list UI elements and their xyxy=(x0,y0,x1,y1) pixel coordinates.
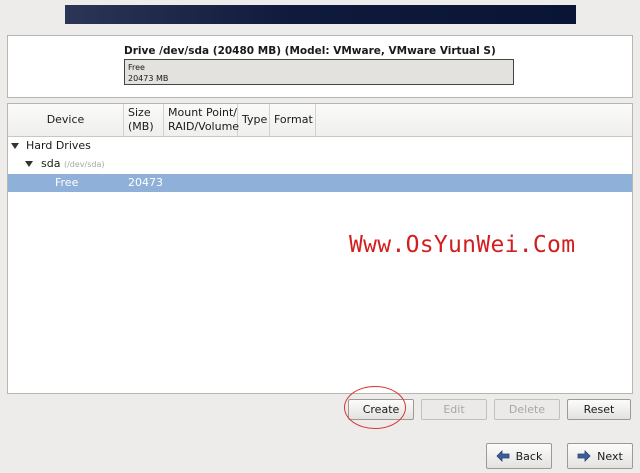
tree-row-sda[interactable]: sda (/dev/sda) xyxy=(8,155,632,173)
column-header: Device Size (MB) Mount Point/ RAID/Volum… xyxy=(8,104,632,137)
tree-row-hard-drives[interactable]: Hard Drives xyxy=(8,137,632,155)
disk-label: sda xyxy=(41,157,61,170)
free-device: Free xyxy=(55,176,79,189)
next-label: Next xyxy=(597,449,623,463)
drive-bar-label: Free xyxy=(128,63,145,72)
column-format[interactable]: Format xyxy=(270,104,316,136)
edit-button[interactable]: Edit xyxy=(421,399,487,420)
drive-panel: Drive /dev/sda (20480 MB) (Model: VMware… xyxy=(7,35,633,98)
expander-triangle-down-icon[interactable] xyxy=(25,161,33,167)
free-size: 20473 xyxy=(128,176,163,189)
back-label: Back xyxy=(515,449,543,463)
watermark-text: Www.OsYunWei.Com xyxy=(349,232,576,258)
left-arrow-icon xyxy=(496,450,510,462)
back-button[interactable]: Back xyxy=(486,443,552,469)
header-banner xyxy=(65,5,576,24)
hard-drives-label: Hard Drives xyxy=(26,139,91,152)
column-device[interactable]: Device xyxy=(8,104,124,136)
reset-button[interactable]: Reset xyxy=(567,399,631,420)
delete-button[interactable]: Delete xyxy=(494,399,560,420)
expander-triangle-down-icon[interactable] xyxy=(11,143,19,149)
right-arrow-icon xyxy=(577,450,591,462)
annotation-circle xyxy=(344,386,406,429)
disk-path: (/dev/sda) xyxy=(63,160,105,169)
drive-usage-bar[interactable]: Free 20473 MB xyxy=(124,59,514,85)
column-size[interactable]: Size (MB) xyxy=(124,104,164,136)
drive-bar-size: 20473 MB xyxy=(128,74,169,83)
next-button[interactable]: Next xyxy=(567,443,633,469)
drive-title: Drive /dev/sda (20480 MB) (Model: VMware… xyxy=(124,45,496,57)
tree-row-free[interactable]: Free 20473 xyxy=(8,174,632,192)
column-type[interactable]: Type xyxy=(238,104,270,136)
column-mount-point[interactable]: Mount Point/ RAID/Volume xyxy=(164,104,239,136)
partition-tree: Device Size (MB) Mount Point/ RAID/Volum… xyxy=(7,103,633,394)
